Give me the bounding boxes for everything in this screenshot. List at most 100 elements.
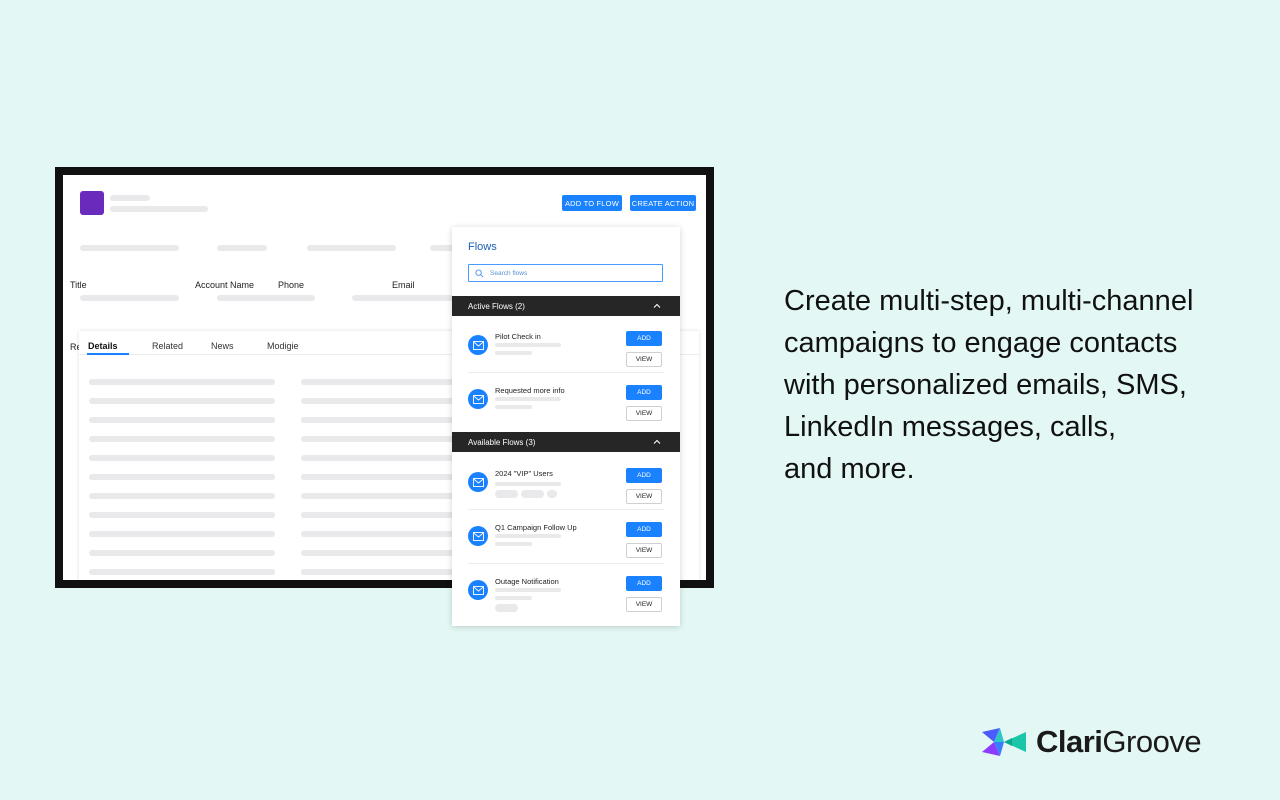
tab-news[interactable]: News <box>211 341 234 351</box>
mail-icon <box>468 472 488 492</box>
skeleton-line <box>301 531 461 537</box>
view-button[interactable]: VIEW <box>626 543 662 558</box>
skeleton-line <box>89 493 275 499</box>
skeleton-line <box>217 295 315 301</box>
skeleton-line <box>495 482 561 486</box>
add-button[interactable]: ADD <box>626 576 662 591</box>
flow-item-active: Pilot Check in ADD VIEW <box>452 319 680 373</box>
skeleton-line <box>301 398 461 404</box>
active-tab-indicator <box>87 353 129 355</box>
add-to-flow-button[interactable]: ADD TO FLOW <box>562 195 622 211</box>
flow-item-available: 2024 "VIP" Users ADD VIEW <box>452 456 680 510</box>
flow-name: Q1 Campaign Follow Up <box>495 523 577 532</box>
tab-modigie[interactable]: Modigie <box>267 341 299 351</box>
skeleton-line <box>89 474 275 480</box>
skeleton-line <box>352 295 462 301</box>
available-flows-label: Available Flows (3) <box>468 437 536 447</box>
mail-icon <box>468 335 488 355</box>
search-input[interactable] <box>490 269 650 277</box>
skeleton-line <box>89 550 275 556</box>
field-label-title: Title <box>70 280 87 290</box>
mail-icon <box>468 580 488 600</box>
flow-name: Pilot Check in <box>495 332 541 341</box>
search-icon <box>475 268 484 277</box>
brand-name-part2: Groove <box>1102 724 1202 759</box>
skeleton-line <box>89 512 275 518</box>
skeleton-line <box>89 379 275 385</box>
headline-line: with personalized emails, SMS, <box>784 369 1187 401</box>
brand-name-part1: Clari <box>1036 724 1103 759</box>
skeleton-line <box>301 417 461 423</box>
flow-name: 2024 "VIP" Users <box>495 469 553 478</box>
skeleton-chip <box>495 604 518 612</box>
headline-line: LinkedIn messages, calls, <box>784 411 1117 443</box>
skeleton-line <box>495 534 561 538</box>
skeleton-line <box>80 245 179 251</box>
brand-name: ClariGroove <box>1036 724 1202 760</box>
skeleton-chip <box>521 490 544 498</box>
skeleton-line <box>307 245 396 251</box>
active-flows-header[interactable]: Active Flows (2) <box>452 296 680 316</box>
headline-line: campaigns to engage contacts <box>784 327 1178 359</box>
skeleton-line <box>301 512 461 518</box>
field-label-account-name: Account Name <box>195 280 255 290</box>
mail-icon <box>468 526 488 546</box>
skeleton-line <box>495 351 532 355</box>
skeleton-line <box>495 542 532 546</box>
chevron-up-icon[interactable] <box>652 301 662 311</box>
available-flows-header[interactable]: Available Flows (3) <box>452 432 680 452</box>
skeleton-line <box>301 379 461 385</box>
flow-name: Requested more info <box>495 386 565 395</box>
flows-panel: Flows Active Flows (2) Pilot Check in AD… <box>452 227 680 626</box>
view-button[interactable]: VIEW <box>626 489 662 504</box>
skeleton-line <box>89 531 275 537</box>
skeleton-line <box>89 455 275 461</box>
add-button[interactable]: ADD <box>626 385 662 400</box>
headline: Create multi-step, multi-channel campaig… <box>784 280 1254 490</box>
skeleton-line <box>495 588 561 592</box>
headline-line: Create multi-step, multi-channel <box>784 285 1194 317</box>
add-button[interactable]: ADD <box>626 522 662 537</box>
tab-related[interactable]: Related <box>152 341 183 351</box>
clari-groove-logo-icon <box>982 728 1026 756</box>
skeleton-line <box>301 550 461 556</box>
flow-item-available: Outage Notification ADD VIEW <box>452 564 680 618</box>
flow-item-active: Requested more info ADD VIEW <box>452 373 680 427</box>
skeleton-line <box>301 455 461 461</box>
skeleton-line <box>110 195 150 201</box>
flows-title: Flows <box>468 241 497 253</box>
skeleton-chip <box>495 490 518 498</box>
skeleton-line <box>301 493 461 499</box>
field-label-email: Email <box>392 280 415 290</box>
brand-logo: ClariGroove <box>980 722 1202 762</box>
search-field[interactable] <box>468 264 663 282</box>
tab-details[interactable]: Details <box>88 341 118 351</box>
skeleton-line <box>217 245 267 251</box>
flow-item-available: Q1 Campaign Follow Up ADD VIEW <box>452 510 680 564</box>
create-action-button[interactable]: CREATE ACTION <box>630 195 696 211</box>
view-button[interactable]: VIEW <box>626 406 662 421</box>
skeleton-line <box>495 405 532 409</box>
view-button[interactable]: VIEW <box>626 597 662 612</box>
skeleton-line <box>495 596 532 600</box>
skeleton-line <box>89 417 275 423</box>
add-button[interactable]: ADD <box>626 331 662 346</box>
skeleton-line <box>89 436 275 442</box>
record-avatar <box>80 191 104 215</box>
skeleton-chip <box>547 490 557 498</box>
chevron-up-icon[interactable] <box>652 437 662 447</box>
skeleton-line <box>301 569 461 575</box>
skeleton-line <box>80 295 179 301</box>
skeleton-line <box>301 436 461 442</box>
mail-icon <box>468 389 488 409</box>
skeleton-line <box>495 397 561 401</box>
skeleton-line <box>110 206 208 212</box>
field-label-phone: Phone <box>278 280 305 290</box>
headline-line: and more. <box>784 453 915 485</box>
flow-name: Outage Notification <box>495 577 559 586</box>
view-button[interactable]: VIEW <box>626 352 662 367</box>
skeleton-line <box>495 343 561 347</box>
skeleton-line <box>89 398 275 404</box>
skeleton-line <box>301 474 461 480</box>
add-button[interactable]: ADD <box>626 468 662 483</box>
